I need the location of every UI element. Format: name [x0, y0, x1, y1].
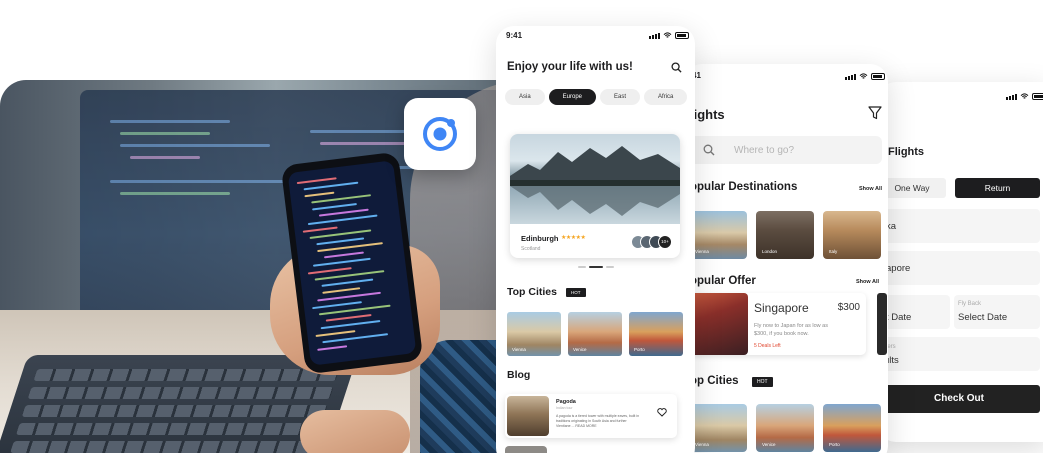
offer-card[interactable]: Singapore $300 Fly now to Japan for as l… [690, 293, 866, 355]
wifi-icon [859, 73, 868, 79]
ionic-logo-icon [404, 98, 476, 170]
carousel-dot[interactable] [578, 266, 586, 268]
blog-heading: Blog [507, 369, 531, 381]
show-all-destinations-link[interactable]: Show All [859, 186, 882, 192]
mountain-lake-image [510, 134, 680, 224]
typing-hand [300, 410, 410, 453]
signal-icon [1006, 93, 1017, 100]
deals-left: 5 Deals Left [754, 343, 781, 349]
destination-card[interactable]: Vienna [689, 211, 747, 259]
depart-value: t Date [886, 312, 912, 323]
popular-destinations-heading: opular Destinations [690, 181, 798, 193]
booking-phone: Flights One Way Return ka apore t Date F… [878, 82, 1043, 442]
depart-date-field[interactable]: t Date [878, 295, 950, 329]
city-label: Venice [573, 347, 587, 352]
destination-card[interactable]: Italy [823, 211, 881, 259]
return-caption: Fly Back [958, 301, 982, 307]
city-label: Venice [762, 442, 776, 447]
heart-icon[interactable] [657, 408, 667, 417]
featured-subtitle: Scotland [521, 246, 541, 252]
return-value: Select Date [958, 312, 1008, 323]
held-phone [280, 151, 424, 375]
one-way-toggle[interactable]: One Way [878, 178, 946, 198]
offer-description: Fly now to Japan for as low as $300, if … [754, 323, 828, 337]
home-phone: 9:41 Enjoy your life with us! Asia Europ… [496, 26, 695, 453]
pagoda-image [507, 396, 549, 436]
blog-excerpt: A pagoda is a tiered tower with multiple… [556, 414, 640, 428]
from-field[interactable]: ka [878, 209, 1040, 243]
region-tabs: Asia Europe East Africa [505, 89, 688, 105]
destination-label: London [762, 249, 778, 254]
wifi-icon [1020, 93, 1029, 99]
search-placeholder: Where to go? [734, 145, 795, 156]
flights-title: lights [690, 107, 725, 122]
hot-badge: HOT [566, 288, 586, 297]
battery-icon [871, 73, 885, 80]
status-icons [1006, 93, 1043, 100]
code-screen [287, 160, 417, 366]
city-card[interactable]: Venice [568, 312, 622, 356]
city-label: Vienna [512, 347, 526, 352]
city-card[interactable]: Porto [823, 404, 881, 452]
next-blog-image[interactable] [505, 446, 547, 453]
destination-card[interactable]: London [756, 211, 814, 259]
show-all-offers-link[interactable]: Show All [856, 279, 879, 285]
home-headline: Enjoy your life with us! [507, 61, 633, 73]
blog-card[interactable]: Pagoda Indian tour A pagoda is a tiered … [505, 394, 677, 438]
tab-africa[interactable]: Africa [644, 89, 688, 105]
return-date-field[interactable]: Fly Back Select Date [954, 295, 1040, 329]
wifi-icon [663, 32, 672, 38]
carousel-dot-active[interactable] [589, 266, 603, 268]
city-card[interactable]: Vienna [689, 404, 747, 452]
blog-meta: Indian tour [556, 406, 573, 410]
booking-title: Flights [888, 146, 925, 158]
to-value: apore [886, 263, 911, 274]
next-offer-card[interactable] [877, 293, 887, 355]
search-field[interactable]: Where to go? [690, 136, 882, 164]
signal-icon [649, 32, 660, 39]
search-icon[interactable] [671, 62, 682, 73]
carousel-dot[interactable] [606, 266, 614, 268]
blog-title: Pagoda [556, 399, 576, 405]
rating-stars: ★★★★★ [561, 235, 586, 241]
destination-label: Vienna [695, 249, 709, 254]
tab-east[interactable]: East [600, 89, 641, 105]
more-count: 10+ [658, 235, 672, 249]
featured-name: Edinburgh [521, 234, 559, 243]
featured-destination-card[interactable]: Edinburgh ★★★★★ Scotland 10+ [510, 134, 680, 258]
offer-image [690, 293, 748, 355]
hot-badge: HOT [752, 377, 773, 387]
checkout-button[interactable]: Check Out [878, 385, 1040, 413]
city-card[interactable]: Porto [629, 312, 683, 356]
popular-offer-heading: opular Offer [690, 275, 756, 287]
status-icons [845, 73, 885, 80]
offer-city: Singapore [754, 301, 809, 315]
flights-phone: 41 lights Where to go? opular Destinatio… [684, 64, 888, 453]
search-icon [703, 144, 715, 156]
city-label: Vienna [695, 442, 709, 447]
city-card[interactable]: Vienna [507, 312, 561, 356]
city-label: Porto [829, 442, 840, 447]
city-card[interactable]: Venice [756, 404, 814, 452]
offer-price: $300 [837, 302, 860, 313]
top-cities-heading: Top Cities [507, 286, 557, 298]
battery-icon [1032, 93, 1043, 100]
battery-icon [675, 32, 689, 39]
carousel-dots [578, 266, 614, 268]
filter-icon[interactable] [868, 106, 882, 120]
destination-label: Italy [829, 249, 838, 254]
status-icons [649, 32, 689, 39]
to-field[interactable]: apore [878, 251, 1040, 285]
city-label: Porto [634, 347, 645, 352]
return-toggle[interactable]: Return [955, 178, 1040, 198]
passengers-field[interactable]: gers ults [878, 337, 1040, 371]
visitor-avatars: 10+ [631, 235, 672, 249]
signal-icon [845, 73, 856, 80]
status-time: 9:41 [506, 31, 523, 40]
top-cities-heading: op Cities [690, 375, 739, 387]
tab-asia[interactable]: Asia [505, 89, 545, 105]
tab-europe[interactable]: Europe [548, 89, 597, 105]
